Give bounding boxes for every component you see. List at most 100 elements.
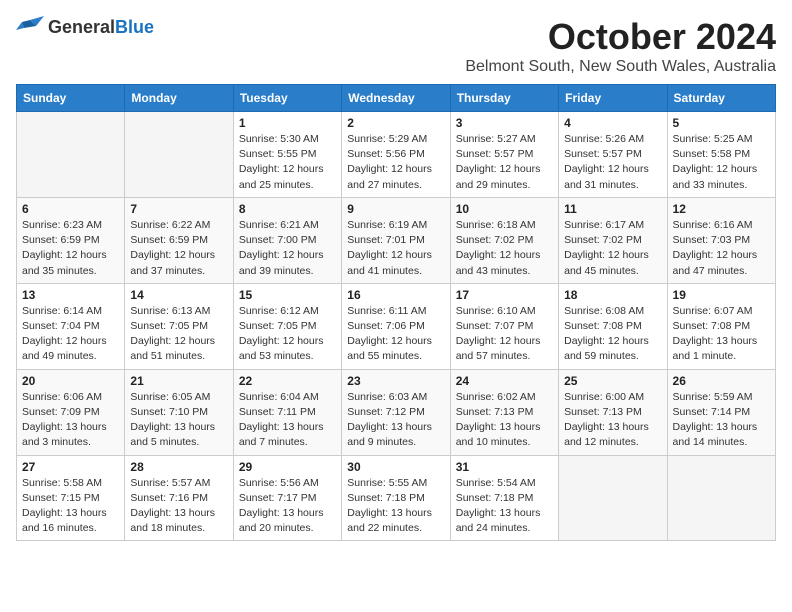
day-number: 24 [456,374,553,388]
calendar-cell: 24 Sunrise: 6:02 AMSunset: 7:13 PMDayligh… [450,369,558,455]
day-detail: Sunrise: 6:18 AMSunset: 7:02 PMDaylight:… [456,218,553,279]
day-detail: Sunrise: 6:12 AMSunset: 7:05 PMDaylight:… [239,304,336,365]
day-number: 15 [239,288,336,302]
calendar-cell: 15 Sunrise: 6:12 AMSunset: 7:05 PMDayligh… [233,283,341,369]
calendar-cell: 12 Sunrise: 6:16 AMSunset: 7:03 PMDayligh… [667,197,775,283]
calendar-subtitle: Belmont South, New South Wales, Australi… [465,58,776,76]
calendar-cell: 30 Sunrise: 5:55 AMSunset: 7:18 PMDayligh… [342,455,450,541]
day-number: 1 [239,116,336,130]
calendar-cell: 19 Sunrise: 6:07 AMSunset: 7:08 PMDayligh… [667,283,775,369]
logo-general: General [48,17,115,37]
calendar-cell: 9 Sunrise: 6:19 AMSunset: 7:01 PMDaylight… [342,197,450,283]
calendar-cell: 17Sunrise: 6:10 AMSunset: 7:07 PMDayligh… [450,283,558,369]
day-number: 30 [347,460,444,474]
day-number: 21 [130,374,227,388]
calendar-cell: 7 Sunrise: 6:22 AMSunset: 6:59 PMDaylight… [125,197,233,283]
calendar-cell: 27Sunrise: 5:58 AMSunset: 7:15 PMDayligh… [17,455,125,541]
header-day-saturday: Saturday [667,85,775,112]
day-detail: Sunrise: 5:56 AMSunset: 7:17 PMDaylight:… [239,476,336,537]
day-detail: Sunrise: 6:16 AMSunset: 7:03 PMDaylight:… [673,218,770,279]
logo-bird-icon [16,16,44,38]
day-number: 26 [673,374,770,388]
day-detail: Sunrise: 6:02 AMSunset: 7:13 PMDaylight:… [456,390,553,451]
calendar-cell: 3 Sunrise: 5:27 AMSunset: 5:57 PMDaylight… [450,112,558,198]
calendar-cell: 31 Sunrise: 5:54 AMSunset: 7:18 PMDayligh… [450,455,558,541]
calendar-cell: 29 Sunrise: 5:56 AMSunset: 7:17 PMDayligh… [233,455,341,541]
title-block: October 2024 Belmont South, New South Wa… [465,16,776,76]
page-header: GeneralBlue October 2024 Belmont South, … [16,16,776,76]
day-detail: Sunrise: 5:59 AMSunset: 7:14 PMDaylight:… [673,390,770,451]
calendar-cell [559,455,667,541]
day-detail: Sunrise: 5:30 AMSunset: 5:55 PMDaylight:… [239,132,336,193]
calendar-body: 1 Sunrise: 5:30 AMSunset: 5:55 PMDaylight… [17,112,776,541]
day-number: 10 [456,202,553,216]
calendar-cell: 6 Sunrise: 6:23 AMSunset: 6:59 PMDaylight… [17,197,125,283]
logo-blue: Blue [115,17,154,37]
calendar-cell: 11Sunrise: 6:17 AMSunset: 7:02 PMDayligh… [559,197,667,283]
calendar-table: SundayMondayTuesdayWednesdayThursdayFrid… [16,84,776,541]
calendar-header: SundayMondayTuesdayWednesdayThursdayFrid… [17,85,776,112]
calendar-cell: 26 Sunrise: 5:59 AMSunset: 7:14 PMDayligh… [667,369,775,455]
calendar-cell: 10 Sunrise: 6:18 AMSunset: 7:02 PMDayligh… [450,197,558,283]
day-detail: Sunrise: 6:08 AMSunset: 7:08 PMDaylight:… [564,304,661,365]
calendar-cell: 14 Sunrise: 6:13 AMSunset: 7:05 PMDayligh… [125,283,233,369]
day-number: 19 [673,288,770,302]
day-detail: Sunrise: 5:55 AMSunset: 7:18 PMDaylight:… [347,476,444,537]
calendar-cell [17,112,125,198]
calendar-week-1: 1 Sunrise: 5:30 AMSunset: 5:55 PMDaylight… [17,112,776,198]
calendar-cell: 5Sunrise: 5:25 AMSunset: 5:58 PMDaylight… [667,112,775,198]
day-detail: Sunrise: 5:27 AMSunset: 5:57 PMDaylight:… [456,132,553,193]
calendar-cell: 20Sunrise: 6:06 AMSunset: 7:09 PMDayligh… [17,369,125,455]
calendar-cell: 16 Sunrise: 6:11 AMSunset: 7:06 PMDayligh… [342,283,450,369]
day-number: 12 [673,202,770,216]
calendar-cell: 4Sunrise: 5:26 AMSunset: 5:57 PMDaylight… [559,112,667,198]
calendar-cell: 23Sunrise: 6:03 AMSunset: 7:12 PMDayligh… [342,369,450,455]
day-number: 17 [456,288,553,302]
calendar-week-4: 20Sunrise: 6:06 AMSunset: 7:09 PMDayligh… [17,369,776,455]
day-detail: Sunrise: 6:14 AMSunset: 7:04 PMDaylight:… [22,304,119,365]
header-day-sunday: Sunday [17,85,125,112]
header-day-wednesday: Wednesday [342,85,450,112]
day-detail: Sunrise: 6:11 AMSunset: 7:06 PMDaylight:… [347,304,444,365]
day-detail: Sunrise: 6:19 AMSunset: 7:01 PMDaylight:… [347,218,444,279]
calendar-cell: 13 Sunrise: 6:14 AMSunset: 7:04 PMDayligh… [17,283,125,369]
day-number: 7 [130,202,227,216]
header-row: SundayMondayTuesdayWednesdayThursdayFrid… [17,85,776,112]
day-number: 18 [564,288,661,302]
day-number: 6 [22,202,119,216]
day-detail: Sunrise: 6:23 AMSunset: 6:59 PMDaylight:… [22,218,119,279]
day-detail: Sunrise: 5:57 AMSunset: 7:16 PMDaylight:… [130,476,227,537]
day-number: 16 [347,288,444,302]
day-detail: Sunrise: 6:07 AMSunset: 7:08 PMDaylight:… [673,304,770,365]
day-number: 8 [239,202,336,216]
calendar-cell: 1 Sunrise: 5:30 AMSunset: 5:55 PMDaylight… [233,112,341,198]
calendar-cell: 25Sunrise: 6:00 AMSunset: 7:13 PMDayligh… [559,369,667,455]
calendar-cell [125,112,233,198]
day-number: 28 [130,460,227,474]
header-day-monday: Monday [125,85,233,112]
day-detail: Sunrise: 5:54 AMSunset: 7:18 PMDaylight:… [456,476,553,537]
day-number: 14 [130,288,227,302]
day-detail: Sunrise: 5:29 AMSunset: 5:56 PMDaylight:… [347,132,444,193]
calendar-cell: 18 Sunrise: 6:08 AMSunset: 7:08 PMDayligh… [559,283,667,369]
day-number: 9 [347,202,444,216]
calendar-title: October 2024 [465,16,776,58]
calendar-cell: 28 Sunrise: 5:57 AMSunset: 7:16 PMDayligh… [125,455,233,541]
header-day-tuesday: Tuesday [233,85,341,112]
logo-text: GeneralBlue [48,17,154,38]
day-number: 22 [239,374,336,388]
header-day-friday: Friday [559,85,667,112]
day-number: 13 [22,288,119,302]
day-number: 3 [456,116,553,130]
day-number: 2 [347,116,444,130]
calendar-cell: 22Sunrise: 6:04 AMSunset: 7:11 PMDayligh… [233,369,341,455]
calendar-cell [667,455,775,541]
calendar-cell: 8Sunrise: 6:21 AMSunset: 7:00 PMDaylight… [233,197,341,283]
day-detail: Sunrise: 6:13 AMSunset: 7:05 PMDaylight:… [130,304,227,365]
day-detail: Sunrise: 6:22 AMSunset: 6:59 PMDaylight:… [130,218,227,279]
day-number: 29 [239,460,336,474]
day-number: 31 [456,460,553,474]
day-detail: Sunrise: 6:06 AMSunset: 7:09 PMDaylight:… [22,390,119,451]
calendar-cell: 21 Sunrise: 6:05 AMSunset: 7:10 PMDayligh… [125,369,233,455]
day-detail: Sunrise: 6:05 AMSunset: 7:10 PMDaylight:… [130,390,227,451]
